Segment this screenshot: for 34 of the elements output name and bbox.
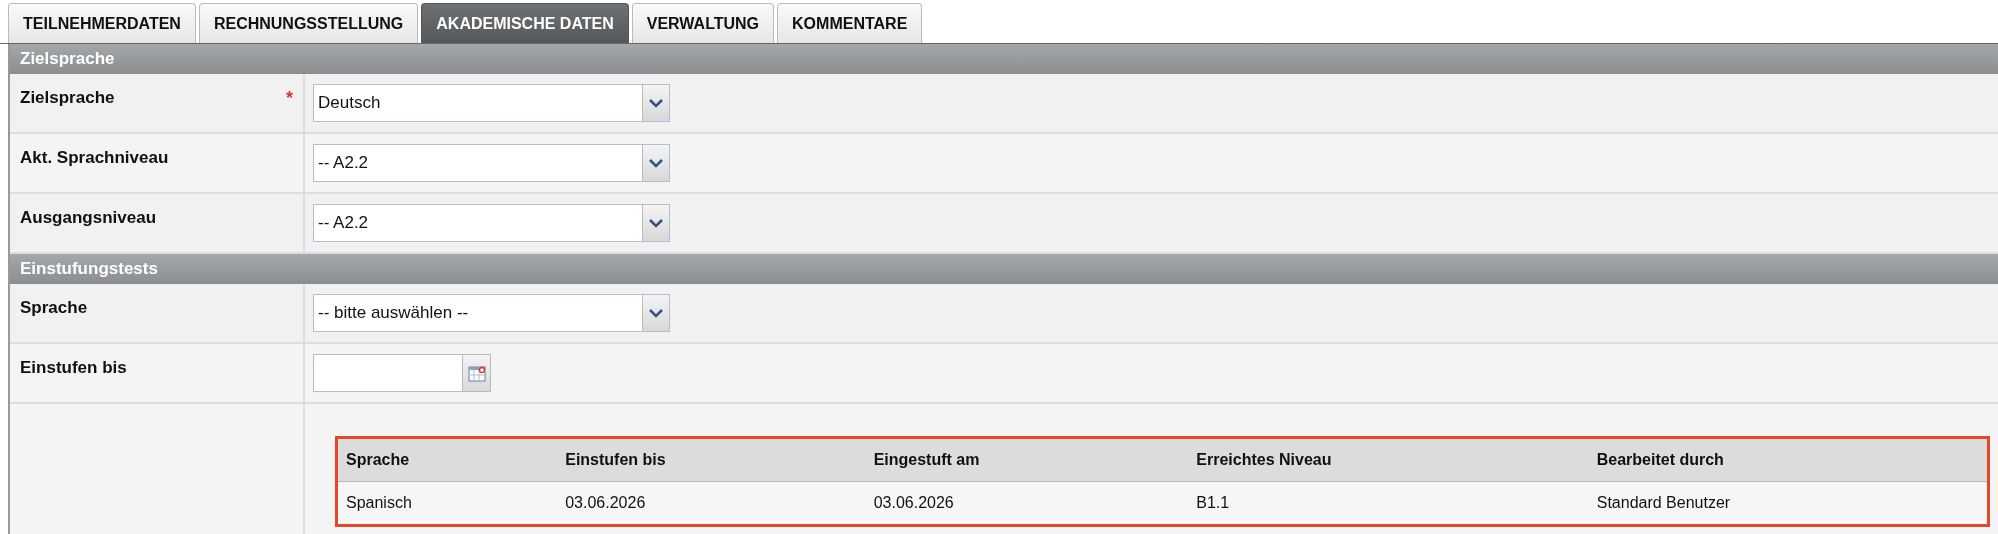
field-label: Sprache — [20, 298, 88, 319]
table-cell: Standard Benutzer — [1588, 481, 1989, 526]
table-cell: 03.06.2026 — [557, 481, 866, 526]
column-header: Eingestuft am — [865, 437, 1189, 482]
column-header: Sprache — [336, 437, 558, 482]
tab[interactable]: KOMMENTARE — [777, 3, 923, 43]
chevron-down-icon — [649, 158, 663, 168]
column-header: Bearbeitet durch — [1588, 437, 1989, 482]
column-header: Erreichtes Niveau — [1188, 437, 1589, 482]
dropdown[interactable]: -- A2.2 — [313, 144, 670, 182]
dropdown[interactable]: -- bitte auswählen -- — [313, 294, 670, 332]
column-header: Einstufen bis — [557, 437, 866, 482]
date-field[interactable] — [313, 354, 463, 392]
chevron-down-icon — [649, 218, 663, 228]
dropdown[interactable]: Deutsch — [313, 84, 670, 122]
table-cell: 03.06.2026 — [865, 481, 1189, 526]
tab[interactable]: VERWALTUNG — [631, 3, 775, 43]
section-header: Einstufungstests — [10, 254, 1998, 284]
field-label: Einstufen bis — [20, 358, 127, 379]
field-label: Akt. Sprachniveau — [20, 148, 169, 169]
section-header: Zielsprache — [10, 44, 1998, 74]
calendar-button[interactable] — [463, 354, 491, 392]
chevron-down-icon — [649, 308, 663, 318]
required-marker: * — [286, 88, 293, 110]
table-cell: B1.1 — [1188, 481, 1589, 526]
tab[interactable]: AKADEMISCHE DATEN — [421, 3, 629, 43]
tab[interactable]: TEILNEHMERDATEN — [8, 3, 196, 43]
calendar-icon — [467, 364, 486, 382]
dropdown[interactable]: -- A2.2 — [313, 204, 670, 242]
field-label: Zielsprache — [20, 88, 115, 109]
chevron-down-icon — [649, 98, 663, 108]
table-cell: Spanisch — [336, 481, 558, 526]
tab[interactable]: RECHNUNGSSTELLUNG — [198, 3, 419, 43]
field-label: Ausgangsniveau — [20, 208, 157, 229]
